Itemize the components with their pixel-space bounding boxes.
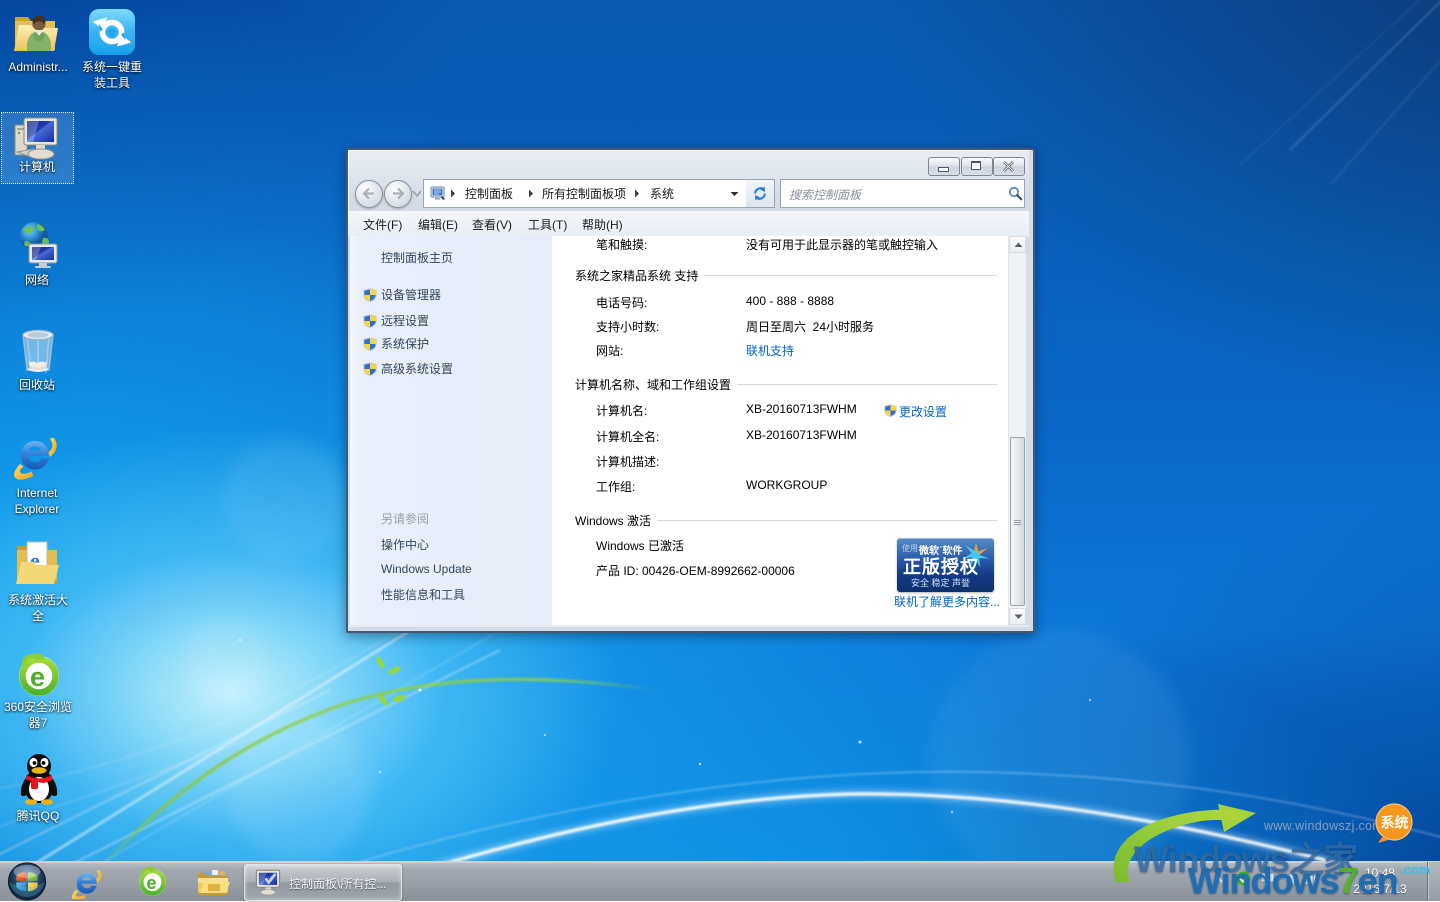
svg-text:e: e [30, 662, 45, 692]
svg-text:系统: 系统 [1381, 815, 1409, 831]
svg-text:e: e [146, 873, 156, 893]
